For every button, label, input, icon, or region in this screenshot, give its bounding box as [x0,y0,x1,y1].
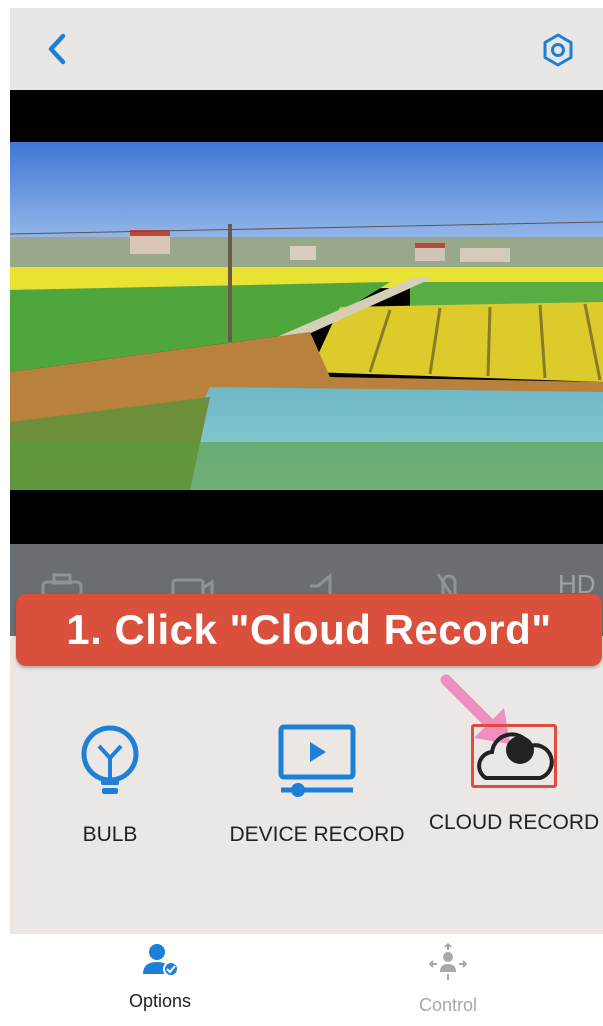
person-check-icon [143,944,179,977]
chevron-left-icon[interactable] [44,32,70,66]
device-record-label: DEVICE RECORD [229,823,405,846]
bulb-label: BULB [82,823,138,846]
bulb-option[interactable]: BULB [70,724,150,847]
app-screen: HD 1. Click "Cloud Record" BULB DEVICE R… [10,8,603,1026]
video-frame [10,142,603,490]
cloud-record-label: CLOUD RECORD [428,811,600,834]
tab-control[interactable]: Control [358,942,538,1016]
video-player[interactable] [10,90,603,544]
tab-options-label: Options [128,991,192,1011]
top-bar [10,8,603,90]
cloud-record-option[interactable]: CLOUD RECORD [424,724,603,835]
cloud-icon [477,732,554,780]
device-record-option[interactable]: DEVICE RECORD [222,724,412,847]
bottom-tab-bar: Options Control [10,934,603,1026]
gear-icon[interactable] [540,32,576,68]
bulb-icon [81,725,139,794]
ptz-control-icon [428,942,468,980]
tab-control-label: Control [418,995,478,1015]
tab-options[interactable]: Options [70,942,250,1012]
video-play-icon [278,724,356,797]
instruction-banner: 1. Click "Cloud Record" [16,594,602,666]
